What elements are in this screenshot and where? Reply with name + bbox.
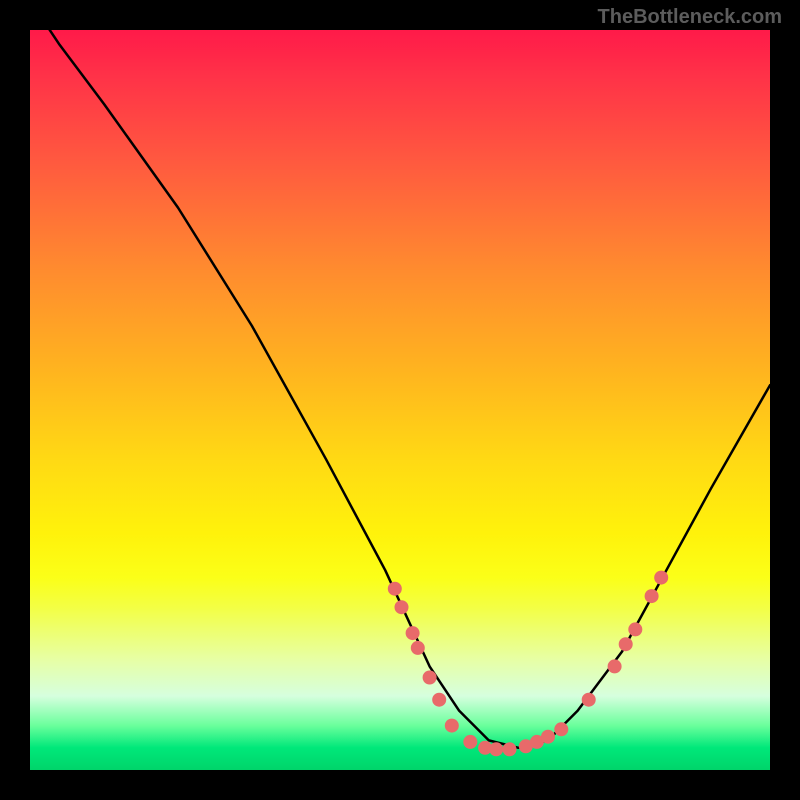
data-marker [582,693,596,707]
data-marker [406,626,420,640]
bottleneck-curve [30,30,770,748]
data-markers [388,571,668,757]
data-marker [463,735,477,749]
data-marker [645,589,659,603]
data-marker [388,582,402,596]
chart-container: TheBottleneck.com [0,0,800,800]
plot-area [30,30,770,770]
data-marker [395,600,409,614]
data-marker [445,719,459,733]
watermark-text: TheBottleneck.com [598,6,782,29]
data-marker [423,671,437,685]
data-marker [411,641,425,655]
data-marker [608,659,622,673]
data-marker [628,622,642,636]
data-marker [554,722,568,736]
data-marker [541,730,555,744]
data-marker [503,742,517,756]
data-marker [654,571,668,585]
data-marker [432,693,446,707]
data-marker [619,637,633,651]
data-marker [489,742,503,756]
curve-layer [30,30,770,770]
